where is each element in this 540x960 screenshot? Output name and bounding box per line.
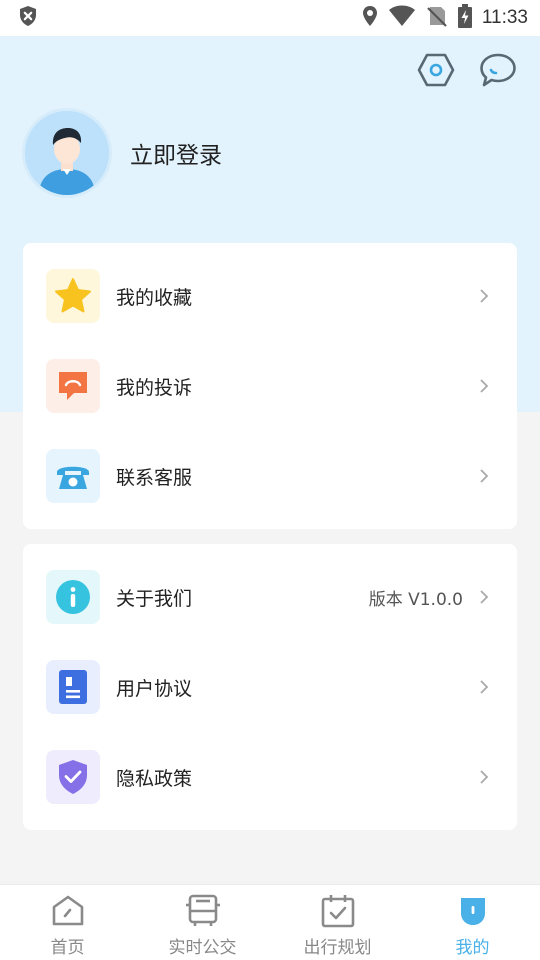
menu-item-label: 联系客服 [116,466,193,489]
chevron-right-icon [479,588,493,606]
header-actions [416,52,518,92]
wifi-icon [388,5,416,31]
no-sim-icon [426,5,448,31]
tab-mine[interactable]: 我的 [405,885,540,960]
profile-badge-icon [455,893,491,929]
bottom-tab-bar: 首页 实时公交 出行规划 我的 [0,884,540,960]
chevron-right-icon [479,467,493,485]
login-entry[interactable]: 立即登录 [22,108,222,198]
shield-x-icon [18,5,38,31]
login-label: 立即登录 [130,143,222,169]
chevron-right-icon [479,377,493,395]
battery-charging-icon [457,4,472,32]
menu-item-customer-service[interactable]: 联系客服 [23,431,517,521]
menu-item-user-agreement[interactable]: 用户协议 [23,642,517,732]
tab-label: 首页 [50,938,85,958]
messages-button[interactable] [478,52,518,92]
avatar [22,108,112,198]
about-icon-box [46,570,100,624]
status-bar: 11:33 [0,0,540,36]
menu-item-about[interactable]: 关于我们 版本 V1.0.0 [23,552,517,642]
tab-trip-planning[interactable]: 出行规划 [270,885,405,960]
version-text: 版本 V1.0.0 [368,589,463,610]
document-icon [59,670,87,704]
settings-hex-icon [417,53,455,91]
menu-item-label: 我的投诉 [116,376,193,399]
home-compass-icon [50,893,86,929]
status-time: 11:33 [481,7,528,28]
menu-item-label: 我的收藏 [116,286,193,309]
privacy-shield-icon [59,760,87,794]
calendar-check-icon [320,893,356,929]
menu-card-secondary: 关于我们 版本 V1.0.0 用户协议 隐私政策 [23,544,517,830]
tab-label: 我的 [455,938,490,958]
menu-item-privacy-policy[interactable]: 隐私政策 [23,732,517,822]
menu-item-favorites[interactable]: 我的收藏 [23,251,517,341]
menu-item-complaints[interactable]: 我的投诉 [23,341,517,431]
user-agreement-icon-box [46,660,100,714]
location-icon [362,5,378,31]
complaint-icon [59,372,87,400]
favorites-icon-box [46,269,100,323]
customer-service-icon-box [46,449,100,503]
menu-card-primary: 我的收藏 我的投诉 联系客服 [23,243,517,529]
star-icon [55,278,91,313]
chevron-right-icon [479,678,493,696]
complaints-icon-box [46,359,100,413]
menu-item-label: 关于我们 [116,587,193,610]
tab-label: 实时公交 [168,938,237,958]
menu-item-label: 隐私政策 [116,767,193,790]
profile-screen: 11:33 立即登录 我的收藏 我的投诉 联系客服 关于我们 版本 V1.0.0… [0,0,540,960]
default-avatar-icon [25,111,109,195]
menu-item-label: 用户协议 [116,677,193,700]
info-icon [56,580,90,614]
message-bubble-icon [479,52,517,92]
tab-realtime-bus[interactable]: 实时公交 [135,885,270,960]
chevron-right-icon [479,768,493,786]
tab-home[interactable]: 首页 [0,885,135,960]
phone-icon [57,466,89,489]
bus-icon [185,893,221,929]
tab-label: 出行规划 [303,938,372,958]
privacy-icon-box [46,750,100,804]
chevron-right-icon [479,287,493,305]
settings-button[interactable] [416,52,456,92]
